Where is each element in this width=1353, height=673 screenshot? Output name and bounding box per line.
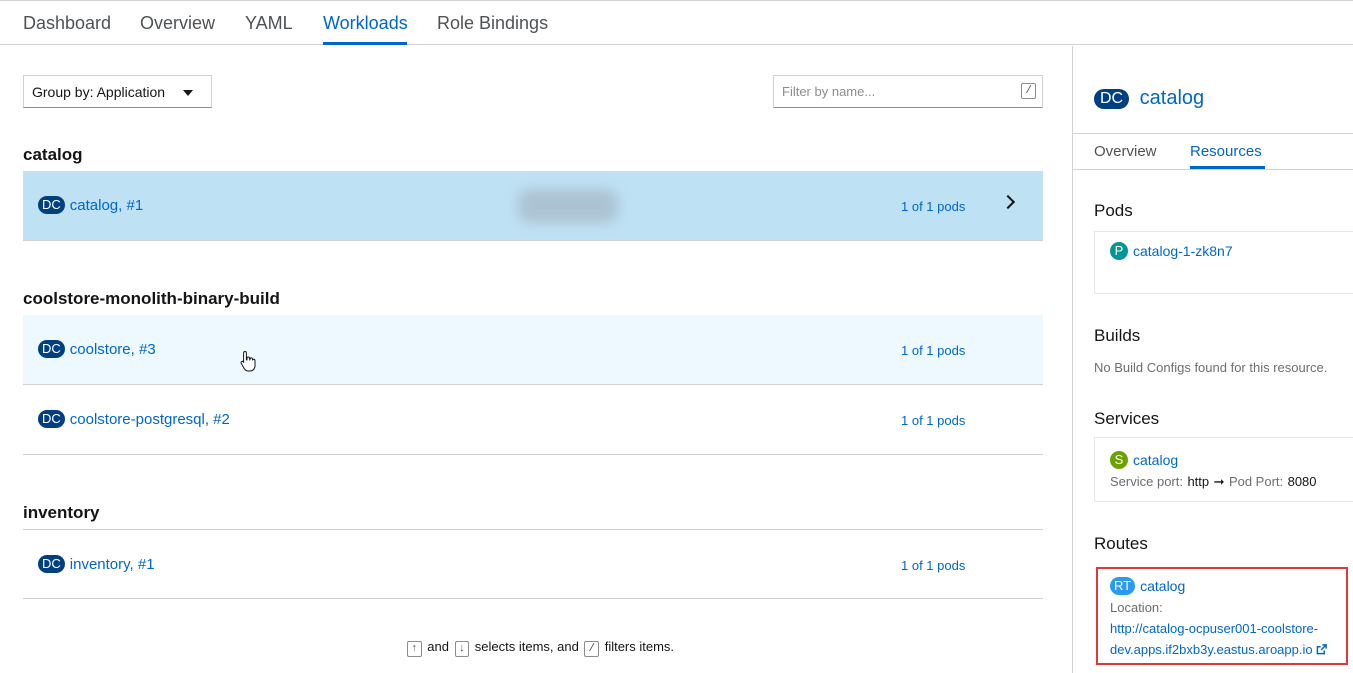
- workload-link-inventory[interactable]: DC inventory, #1: [38, 555, 155, 573]
- resource-tabs: Dashboard Overview YAML Workloads Role B…: [0, 0, 1353, 45]
- pod-badge: P: [1110, 242, 1128, 260]
- pod-port-label: Pod Port:: [1228, 474, 1284, 489]
- service-port-label: Service port:: [1110, 474, 1183, 489]
- workloads-panel: Group by: Application / catalog DCcatalo…: [0, 46, 1072, 673]
- builds-empty-message: No Build Configs found for this resource…: [1094, 360, 1328, 375]
- filter-box: /: [773, 75, 1043, 108]
- active-tab-indicator: [1190, 166, 1265, 169]
- workload-row-catalog[interactable]: DC catalog, #1 1 of 1 pods: [23, 171, 1043, 241]
- arrow-right-icon: ➞: [1213, 474, 1225, 489]
- tab-overview[interactable]: Overview: [140, 13, 215, 34]
- workload-name: coolstore-postgresql, #2: [69, 411, 230, 428]
- sidebar-title: DC catalog: [1094, 87, 1204, 110]
- pods-count[interactable]: 1 of 1 pods: [901, 199, 965, 214]
- workload-row-inventory[interactable]: DC inventory, #1 1 of 1 pods: [23, 529, 1043, 599]
- tab-dashboard[interactable]: Dashboard: [23, 13, 111, 34]
- workload-link-catalog[interactable]: DC catalog, #1: [38, 196, 143, 214]
- workload-name: catalog, #1: [69, 197, 144, 214]
- down-arrow-key: ↓: [454, 641, 470, 657]
- external-link-icon[interactable]: [1316, 644, 1328, 655]
- caret-down-icon: [183, 90, 193, 96]
- pod-port-value: 8080: [1287, 474, 1317, 489]
- tab-workloads[interactable]: Workloads: [323, 13, 408, 34]
- dc-badge: DC: [38, 555, 65, 573]
- keyboard-hint: ↑ and ↓ selects items, and / filters ite…: [405, 639, 674, 657]
- chevron-right-icon: [1000, 194, 1016, 210]
- service-card: Scatalog Service port: http ➞ Pod Port: …: [1094, 437, 1353, 502]
- builds-section-title: Builds: [1094, 326, 1141, 345]
- route-url-line2[interactable]: dev.apps.if2bxb3y.eastus.aroapp.io: [1110, 639, 1328, 660]
- sidebar-tabs: Overview Resources: [1073, 133, 1353, 170]
- workload-row-coolstore-postgresql[interactable]: DC coolstore-postgresql, #2 1 of 1 pods: [23, 385, 1043, 455]
- group-title-coolstore: coolstore-monolith-binary-build: [23, 289, 280, 308]
- route-url-line1[interactable]: http://catalog-ocpuser001-coolstore-: [1110, 618, 1327, 639]
- filter-by-name-input[interactable]: [774, 76, 1004, 106]
- slash-shortcut-key: /: [1021, 83, 1036, 99]
- workload-row-coolstore[interactable]: DC coolstore, #3 1 of 1 pods: [23, 315, 1043, 385]
- pods-section-title: Pods: [1094, 201, 1133, 220]
- route-location-label: Location:: [1110, 600, 1163, 615]
- sidebar-tab-resources[interactable]: Resources: [1190, 143, 1262, 160]
- workload-name: inventory, #1: [69, 556, 155, 573]
- hint-selects: selects items, and: [474, 639, 579, 654]
- route-header: RT catalog: [1110, 577, 1185, 596]
- sidebar-resource-name[interactable]: catalog: [1140, 87, 1205, 109]
- pods-count[interactable]: 1 of 1 pods: [901, 343, 965, 358]
- workload-link-coolstore-postgresql[interactable]: DC coolstore-postgresql, #2: [38, 410, 230, 428]
- group-title-inventory: inventory: [23, 503, 100, 522]
- pod-link[interactable]: catalog-1-zk8n7: [1133, 243, 1233, 259]
- route-url[interactable]: http://catalog-ocpuser001-coolstore- dev…: [1110, 618, 1328, 660]
- group-by-dropdown[interactable]: Group by: Application: [23, 75, 212, 108]
- hint-filters: filters items.: [604, 639, 675, 654]
- sidebar-tab-overview[interactable]: Overview: [1094, 143, 1157, 160]
- group-by-label: Group by: Application: [32, 84, 166, 100]
- dc-badge: DC: [38, 410, 65, 428]
- services-section-title: Services: [1094, 409, 1160, 428]
- hint-and: and: [427, 639, 449, 654]
- route-badge: RT: [1110, 577, 1136, 595]
- service-port-value: http: [1187, 474, 1210, 489]
- pods-count[interactable]: 1 of 1 pods: [901, 413, 965, 428]
- workload-link-coolstore[interactable]: DC coolstore, #3: [38, 340, 156, 358]
- routes-section-title: Routes: [1094, 534, 1148, 553]
- dc-badge: DC: [1094, 89, 1130, 109]
- active-tab-indicator: [323, 42, 407, 45]
- up-arrow-key: ↑: [407, 641, 422, 657]
- route-url-line2-text[interactable]: dev.apps.if2bxb3y.eastus.aroapp.io: [1110, 642, 1313, 657]
- blurred-status: [518, 189, 618, 223]
- route-card-highlighted: RT catalog Location: http://catalog-ocpus…: [1096, 567, 1348, 665]
- workload-name: coolstore, #3: [69, 341, 156, 358]
- service-badge: S: [1110, 451, 1128, 469]
- route-link[interactable]: catalog: [1140, 578, 1185, 594]
- tab-yaml[interactable]: YAML: [245, 13, 293, 34]
- dc-badge: DC: [38, 340, 65, 358]
- pods-count[interactable]: 1 of 1 pods: [901, 558, 965, 573]
- pod-card: Pcatalog-1-zk8n7: [1094, 231, 1353, 294]
- slash-key: /: [584, 641, 600, 657]
- service-link[interactable]: catalog: [1133, 452, 1178, 468]
- hand-cursor-icon: [240, 350, 256, 372]
- service-ports: Service port: http ➞ Pod Port: 8080: [1110, 473, 1349, 491]
- group-title-catalog: catalog: [23, 145, 83, 164]
- tab-role-bindings[interactable]: Role Bindings: [437, 13, 548, 34]
- dc-badge: DC: [38, 196, 65, 214]
